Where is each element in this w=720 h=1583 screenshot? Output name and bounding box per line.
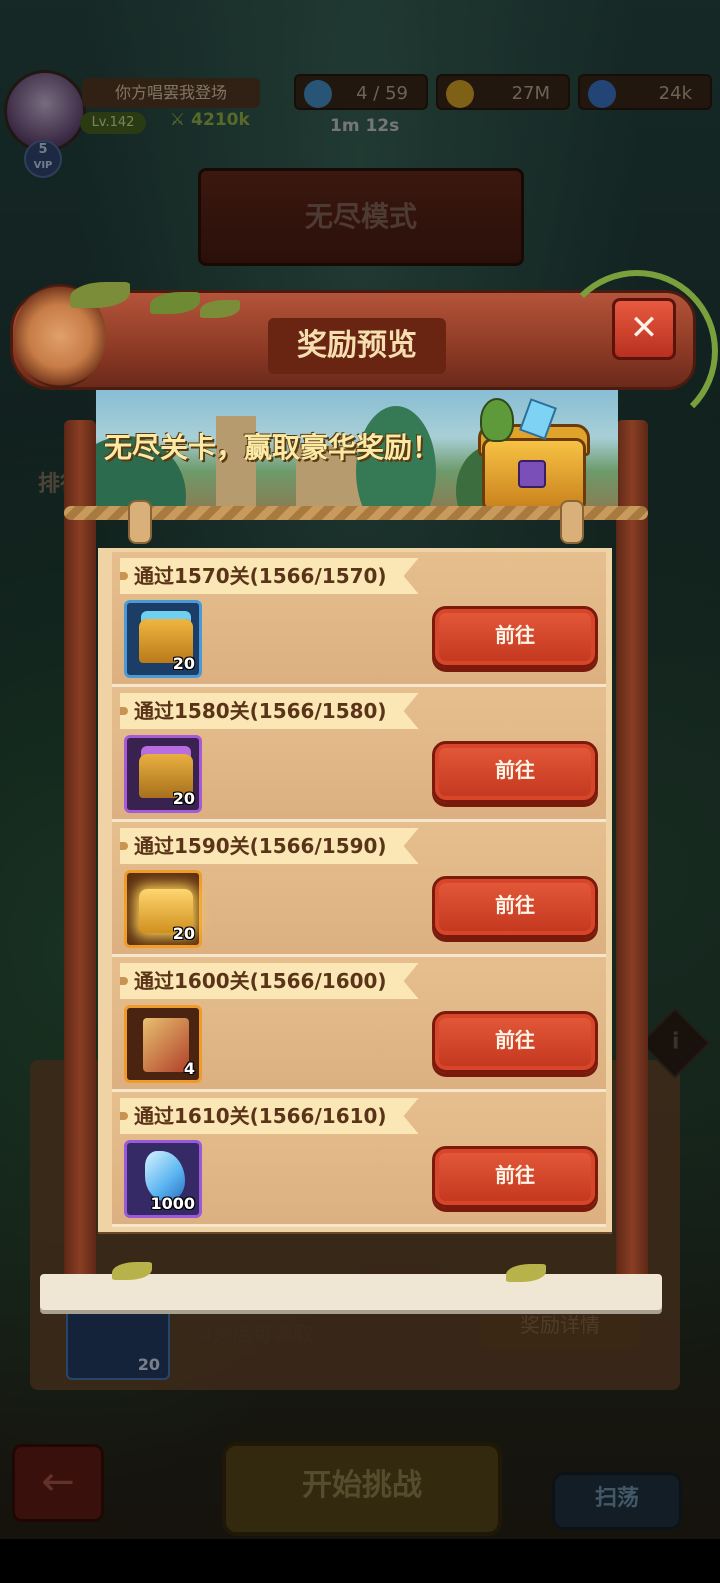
go-button[interactable]: 前往: [432, 1011, 598, 1073]
reward-row: 通过1580关(1566/1580) 20 前往: [112, 687, 606, 822]
close-icon[interactable]: ✕: [612, 298, 676, 360]
go-button[interactable]: 前往: [432, 876, 598, 938]
item-qty: 20: [172, 924, 195, 943]
item-qty: 20: [172, 654, 195, 673]
reward-row: 通过1600关(1566/1600) 4 前往: [112, 957, 606, 1092]
go-button[interactable]: 前往: [432, 741, 598, 803]
purple-chest-icon[interactable]: 20: [124, 735, 202, 813]
reward-row: 通过1590关(1566/1590) 20 前往: [112, 822, 606, 957]
item-qty: 20: [172, 789, 195, 808]
banner-slogan: 无尽关卡，赢取豪华奖励！: [104, 431, 441, 464]
rope-tie: [128, 500, 152, 544]
reward-list[interactable]: 通过1570关(1566/1570) 20 前往 通过1580关(1566/15…: [112, 552, 606, 1227]
go-button[interactable]: 前往: [432, 606, 598, 668]
item-qty: 1000: [150, 1194, 195, 1213]
blue-chest-icon[interactable]: 20: [124, 600, 202, 678]
treasure-chest-icon: [474, 398, 590, 512]
milestone-label: 通过1600关(1566/1600): [120, 963, 419, 999]
go-button[interactable]: 前往: [432, 1146, 598, 1208]
milestone-label: 通过1570关(1566/1570): [120, 558, 419, 594]
system-nav-bar: [0, 1539, 720, 1583]
rope-tie: [560, 500, 584, 544]
modal-title: 奖励预览: [268, 318, 446, 374]
frame-post-left: [64, 420, 96, 1290]
milestone-label: 通过1580关(1566/1580): [120, 693, 419, 729]
reward-row: 通过1570关(1566/1570) 20 前往: [112, 552, 606, 687]
milestone-label: 通过1610关(1566/1610): [120, 1098, 419, 1134]
scroll-card-icon[interactable]: 4: [124, 1005, 202, 1083]
frame-post-right: [616, 420, 648, 1290]
crystal-icon[interactable]: 1000: [124, 1140, 202, 1218]
gold-chest-icon[interactable]: 20: [124, 870, 202, 948]
reward-row: 通过1610关(1566/1610) 1000 前往: [112, 1092, 606, 1227]
item-qty: 4: [183, 1059, 195, 1078]
milestone-label: 通过1590关(1566/1590): [120, 828, 419, 864]
